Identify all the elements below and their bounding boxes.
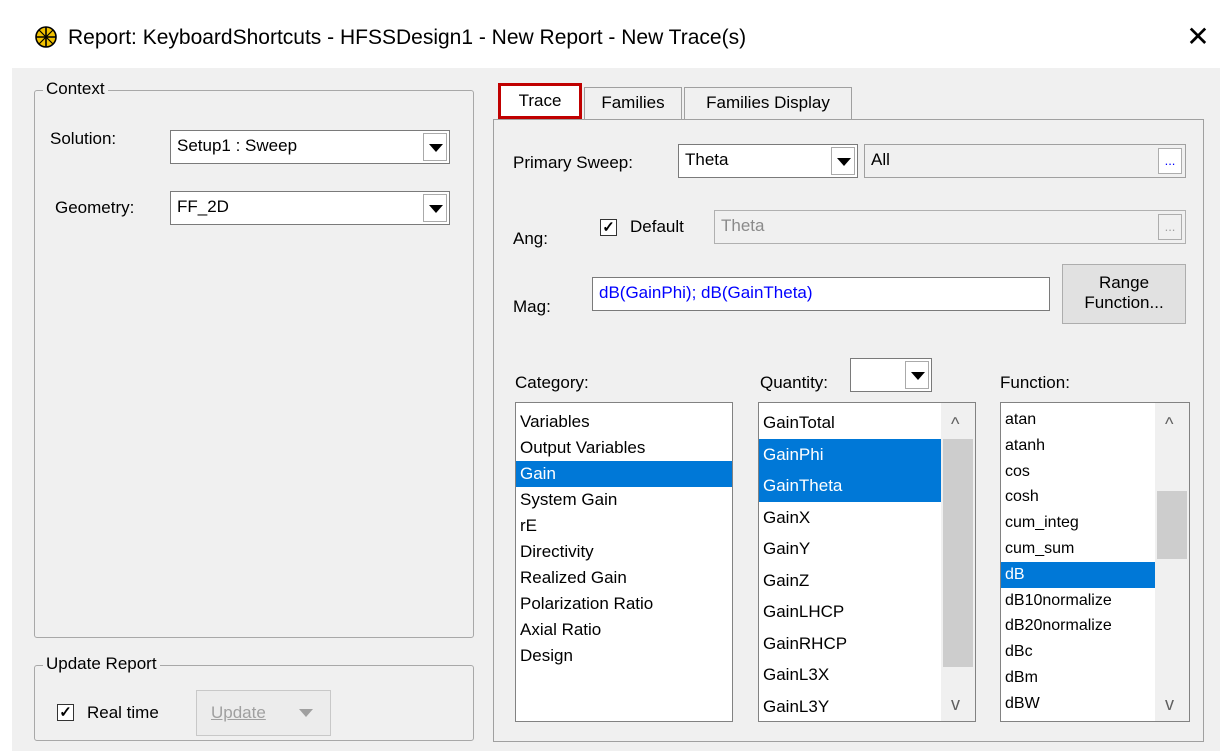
category-item[interactable]: Directivity (516, 539, 732, 565)
primary-sweep-range-value: All (871, 150, 890, 169)
mag-field[interactable]: dB(GainPhi); dB(GainTheta) (592, 277, 1050, 311)
range-button-line1: Range (1098, 273, 1150, 292)
update-button[interactable]: Update (196, 690, 331, 736)
quantity-filter-dropdown-button[interactable] (905, 361, 929, 389)
category-item[interactable]: Design (516, 643, 732, 669)
ang-value: Theta (721, 216, 765, 235)
mag-label: Mag: (513, 297, 551, 316)
solution-dropdown-button[interactable] (423, 133, 447, 161)
quantity-item[interactable]: GainY (759, 533, 941, 565)
chevron-down-icon (429, 144, 443, 152)
geometry-label: Geometry: (55, 198, 135, 217)
quantity-item[interactable]: GainL3X (759, 659, 941, 691)
quantity-scroll-thumb[interactable] (943, 439, 973, 667)
category-item[interactable]: rE (516, 513, 732, 539)
quantity-filter-select[interactable] (850, 358, 932, 392)
function-item[interactable]: dB20normalize (1001, 613, 1155, 639)
quantity-item[interactable]: GainTheta (759, 470, 941, 502)
function-item[interactable]: atanh (1001, 433, 1155, 459)
close-icon[interactable]: ✕ (1180, 20, 1216, 56)
primary-sweep-dropdown-button[interactable] (831, 147, 855, 175)
solution-label: Solution: (50, 129, 117, 148)
quantity-item[interactable]: GainTotal (759, 407, 941, 439)
category-list[interactable]: Variables Output Variables Gain System Gain… (515, 402, 733, 722)
function-item[interactable]: atan (1001, 407, 1155, 433)
function-item[interactable]: dBc (1001, 639, 1155, 665)
quantity-list[interactable]: GainTotal GainPhi GainTheta GainX GainY GainZ… (758, 402, 976, 722)
geometry-value: FF_2D (177, 197, 229, 216)
tab-trace-label: Trace (518, 91, 562, 110)
tab-trace[interactable]: Trace (498, 83, 582, 119)
quantity-item[interactable]: GainL3Y (759, 691, 941, 722)
category-label: Category: (515, 373, 589, 392)
primary-sweep-range-field[interactable]: All (864, 144, 1186, 178)
default-checkbox[interactable]: ✓ (600, 219, 617, 236)
quantity-item[interactable]: GainPhi (759, 438, 941, 470)
function-scroll-thumb[interactable] (1157, 491, 1187, 559)
function-item[interactable]: cum_sum (1001, 536, 1155, 562)
quantity-item[interactable]: GainRHCP (759, 628, 941, 660)
geometry-select[interactable]: FF_2D (170, 191, 450, 225)
function-item[interactable]: dB10normalize (1001, 588, 1155, 614)
tab-families-label: Families (601, 93, 665, 112)
window-title: Report: KeyboardShortcuts - HFSSDesign1 … (68, 26, 747, 49)
tab-families-display[interactable]: Families Display (684, 87, 852, 119)
primary-sweep-ellipsis-button[interactable]: ... (1158, 148, 1182, 174)
quantity-scrollbar[interactable]: ^ v (941, 403, 975, 721)
category-item[interactable]: System Gain (516, 487, 732, 513)
quantity-item[interactable]: GainX (759, 502, 941, 534)
scroll-down-icon[interactable]: v (1165, 695, 1174, 713)
quantity-item[interactable]: GainZ (759, 565, 941, 597)
primary-sweep-value: Theta (685, 150, 729, 169)
function-item[interactable]: cosh (1001, 484, 1155, 510)
realtime-label: Real time (87, 703, 159, 722)
context-group (34, 90, 474, 638)
quantity-label: Quantity: (760, 373, 829, 392)
ang-ellipsis-button: ... (1158, 214, 1182, 240)
category-item[interactable]: Gain (516, 461, 732, 487)
function-label: Function: (1000, 373, 1070, 392)
category-items: Variables Output Variables Gain System Gain… (516, 409, 732, 669)
category-item[interactable]: Polarization Ratio (516, 591, 732, 617)
hfss-app-icon (35, 26, 57, 48)
category-item[interactable]: Output Variables (516, 435, 732, 461)
range-button-line2: Function... (1084, 293, 1164, 312)
scroll-up-icon[interactable]: ^ (1165, 415, 1173, 433)
chevron-down-icon (429, 205, 443, 213)
function-list[interactable]: atan atanh cos cosh cum_integ cum_sum dB dB10no… (1000, 402, 1190, 722)
title-bar: Report: KeyboardShortcuts - HFSSDesign1 … (0, 0, 1230, 78)
tab-families-display-label: Families Display (706, 93, 830, 112)
quantity-item[interactable]: GainLHCP (759, 596, 941, 628)
default-label: Default (630, 217, 684, 236)
geometry-dropdown-button[interactable] (423, 194, 447, 222)
function-item[interactable]: cum_integ (1001, 510, 1155, 536)
function-item[interactable]: dB (1001, 561, 1155, 588)
scroll-up-icon[interactable]: ^ (951, 415, 959, 433)
category-item[interactable]: Variables (516, 409, 732, 435)
range-function-button[interactable]: Range Function... (1062, 264, 1186, 324)
ang-field: Theta (714, 210, 1186, 244)
dropdown-arrow-icon (299, 709, 313, 717)
scroll-down-icon[interactable]: v (951, 695, 960, 713)
context-legend: Context (43, 79, 108, 99)
update-report-legend: Update Report (43, 654, 160, 674)
function-scrollbar[interactable]: ^ v (1155, 403, 1189, 721)
category-item[interactable]: Realized Gain (516, 565, 732, 591)
mag-value: dB(GainPhi); dB(GainTheta) (599, 283, 813, 302)
ang-label: Ang: (513, 229, 548, 248)
primary-sweep-label: Primary Sweep: (513, 153, 633, 172)
chevron-down-icon (911, 372, 925, 380)
function-item[interactable]: dBW (1001, 691, 1155, 717)
solution-value: Setup1 : Sweep (177, 136, 298, 155)
function-item[interactable]: cos (1001, 459, 1155, 485)
realtime-checkbox[interactable]: ✓ (57, 704, 74, 721)
tab-families[interactable]: Families (584, 87, 682, 119)
chevron-down-icon (837, 158, 851, 166)
primary-sweep-select[interactable]: Theta (678, 144, 858, 178)
category-item[interactable]: Axial Ratio (516, 617, 732, 643)
update-button-label: Update (211, 703, 266, 722)
solution-select[interactable]: Setup1 : Sweep (170, 130, 450, 164)
function-item[interactable]: dBm (1001, 665, 1155, 691)
